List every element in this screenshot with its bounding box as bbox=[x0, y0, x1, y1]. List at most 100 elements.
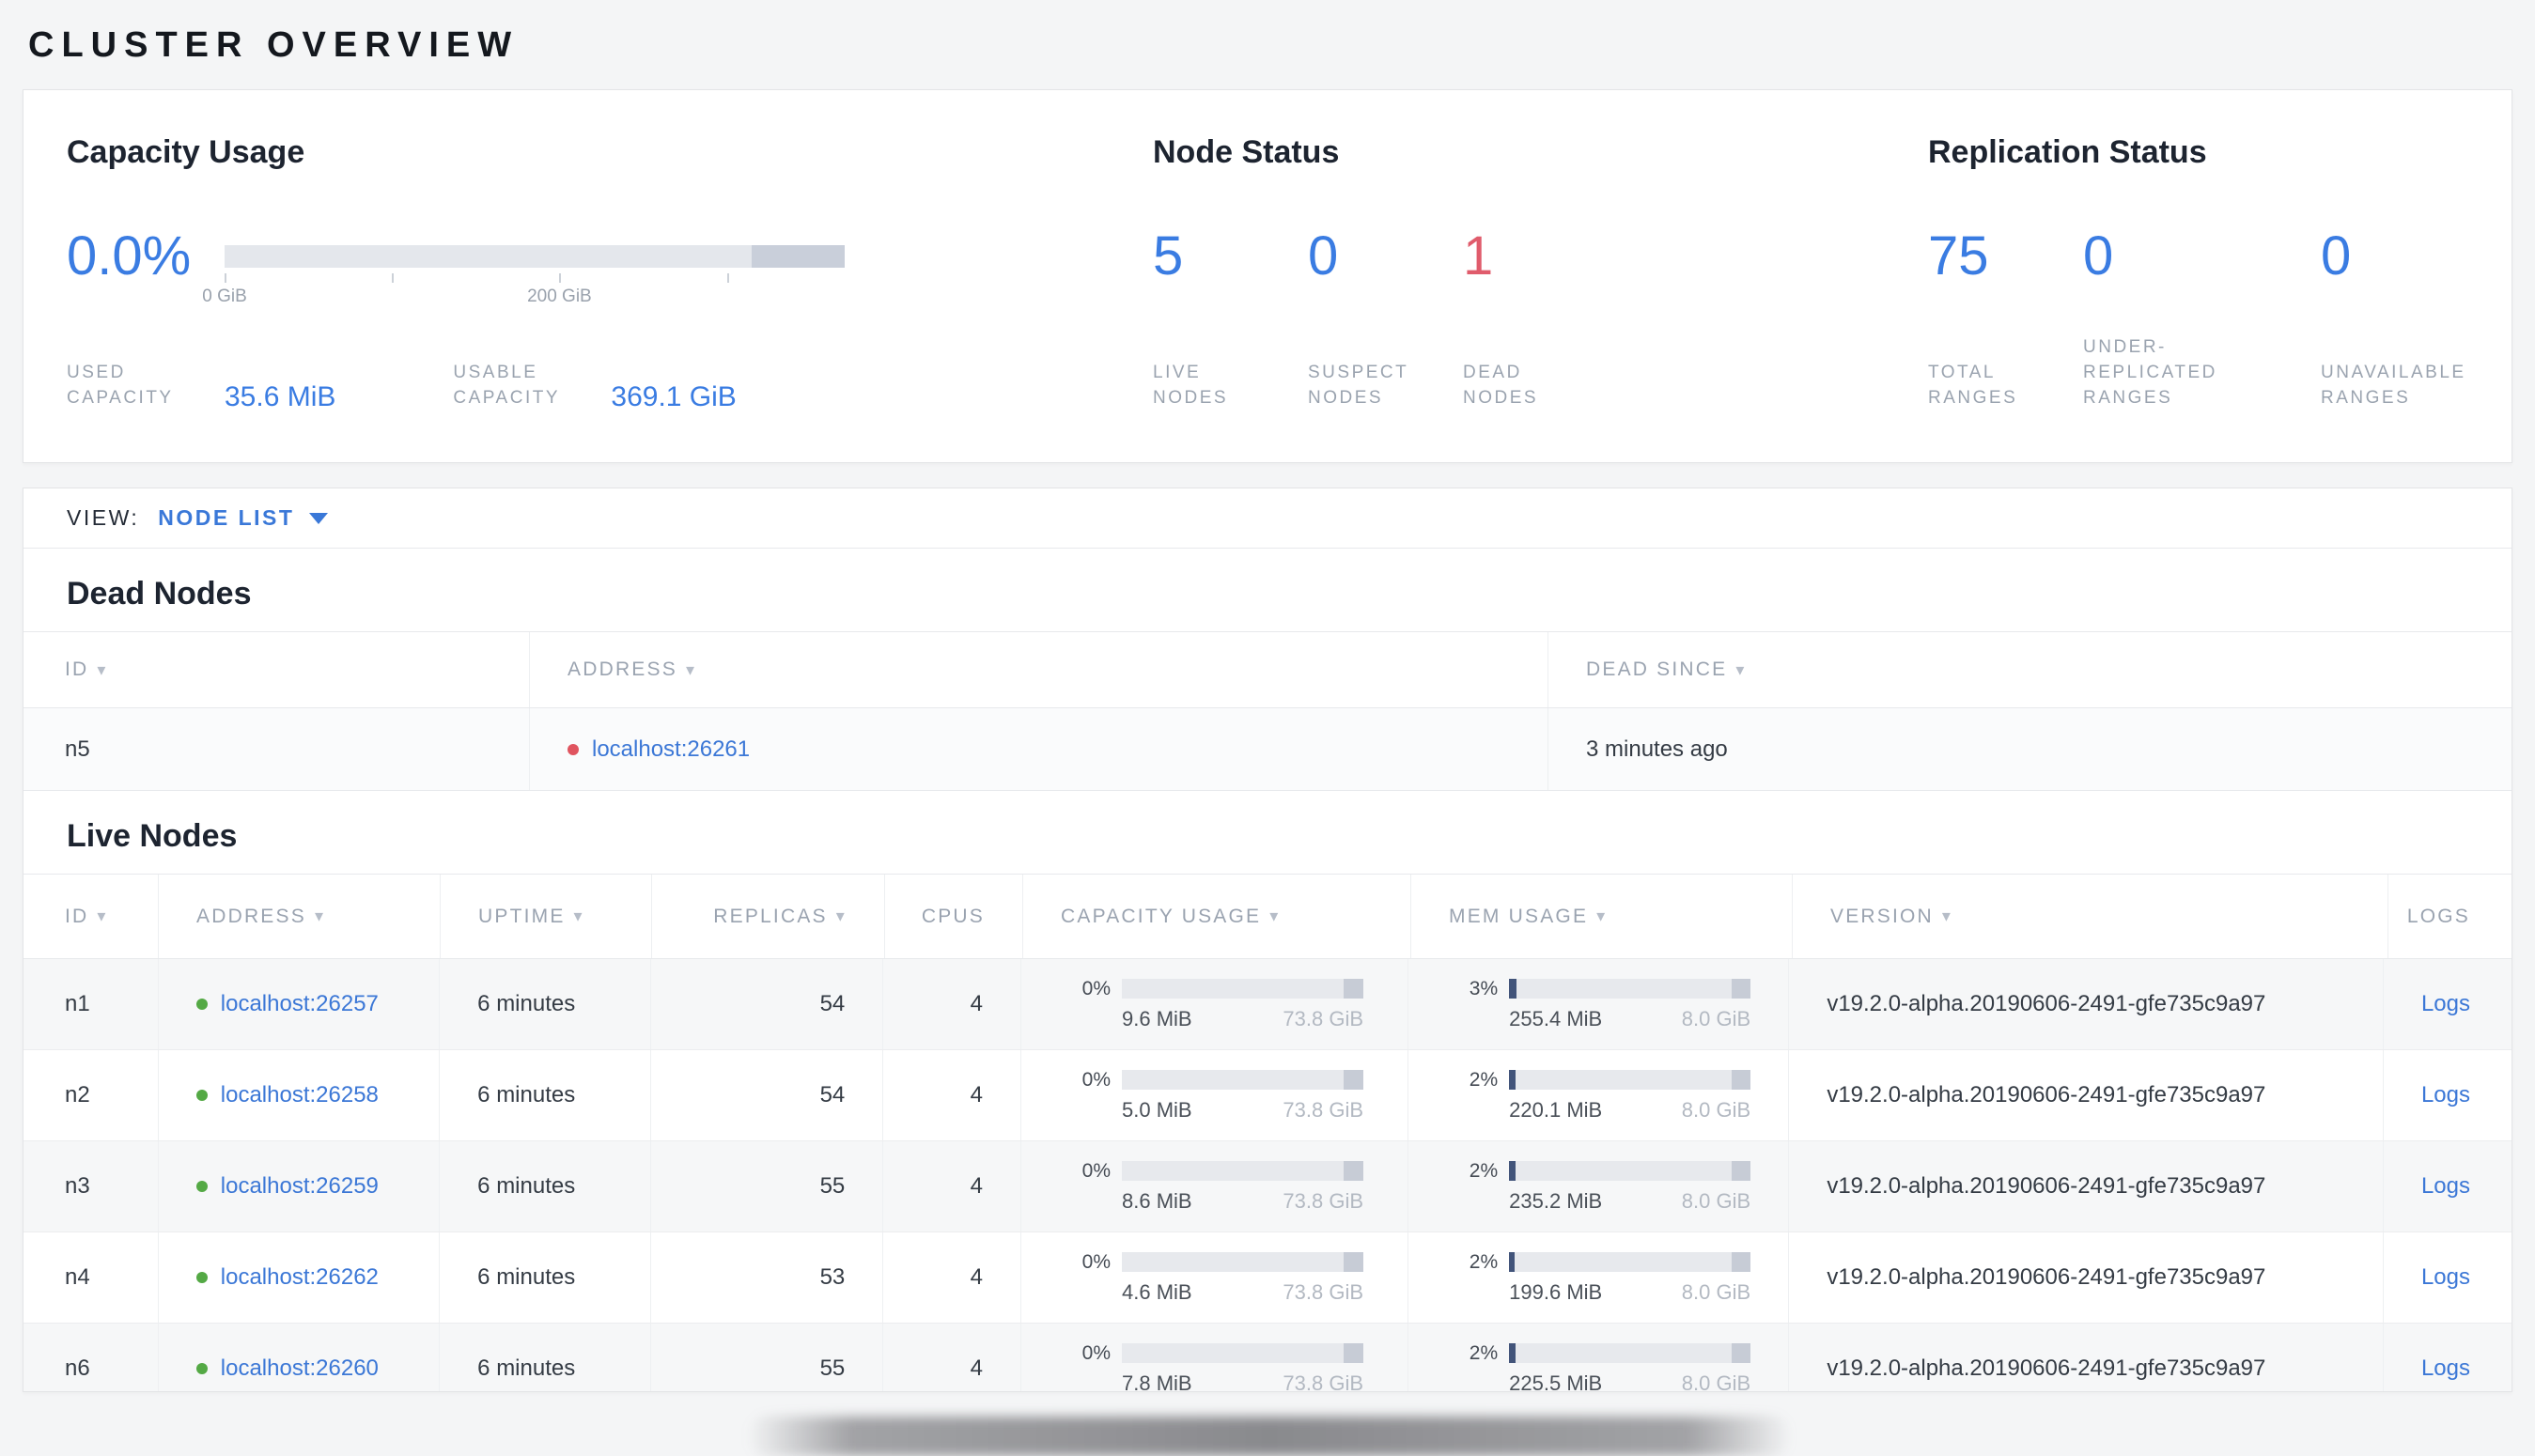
logs-link[interactable]: Logs bbox=[2421, 1173, 2470, 1200]
view-selector-dropdown[interactable]: NODE LIST bbox=[158, 505, 329, 531]
column-header-id[interactable]: ID ▾ bbox=[23, 875, 159, 958]
nodes-panel: VIEW: NODE LIST Dead Nodes ID ▾ ADDRESS … bbox=[23, 488, 2512, 1392]
column-header-address[interactable]: ADDRESS ▾ bbox=[530, 632, 1548, 707]
column-header-label: REPLICAS bbox=[713, 905, 828, 927]
column-header-label: CPUS bbox=[921, 905, 985, 927]
capacity-used-value: 7.8 MiB bbox=[1122, 1371, 1192, 1392]
live-nodes-rows: n1 localhost:26257 6 minutes 54 4 0% 9.6… bbox=[23, 959, 2512, 1392]
mem-usage-cell: 2% 225.5 MiB 8.0 GiB bbox=[1408, 1324, 1790, 1392]
table-row: n2 localhost:26258 6 minutes 54 4 0% 5.0… bbox=[23, 1050, 2512, 1141]
view-label: VIEW: bbox=[67, 505, 140, 530]
mem-usage-cell: 3% 255.4 MiB 8.0 GiB bbox=[1408, 959, 1790, 1049]
column-header-mem-usage[interactable]: MEM USAGE ▾ bbox=[1411, 875, 1793, 958]
uptime-value: 6 minutes bbox=[440, 1232, 651, 1323]
logs-link[interactable]: Logs bbox=[2421, 1082, 2470, 1108]
view-bar: VIEW: NODE LIST bbox=[23, 488, 2512, 549]
table-row: n6 localhost:26260 6 minutes 55 4 0% 7.8… bbox=[23, 1324, 2512, 1392]
cpus-value: 4 bbox=[883, 1050, 1022, 1140]
node-address-cell: localhost:26258 bbox=[159, 1050, 441, 1140]
column-header-version[interactable]: VERSION ▾ bbox=[1793, 875, 2388, 958]
node-address-cell: localhost:26260 bbox=[159, 1324, 441, 1391]
column-header-cpus: CPUS bbox=[885, 875, 1023, 958]
node-address-link[interactable]: localhost:26258 bbox=[221, 1082, 379, 1108]
table-row: n5 localhost:26261 3 minutes ago bbox=[23, 708, 2512, 791]
mem-used-value: 235.2 MiB bbox=[1509, 1188, 1603, 1213]
node-address-cell: localhost:26259 bbox=[159, 1141, 441, 1231]
capacity-used-value: 5.0 MiB bbox=[1122, 1097, 1192, 1122]
node-status-section: Node Status 5 LIVE NODES 0 SUSPECT NODES… bbox=[1153, 132, 1928, 462]
uptime-value: 6 minutes bbox=[440, 959, 651, 1049]
live-status-icon bbox=[195, 1181, 208, 1192]
axis-tick-label: 0 GiB bbox=[202, 287, 247, 306]
replicas-value: 54 bbox=[651, 1050, 884, 1140]
unavailable-ranges-label: UNAVAILABLE RANGES bbox=[2321, 363, 2466, 408]
column-header-address[interactable]: ADDRESS ▾ bbox=[159, 875, 441, 958]
node-address-link[interactable]: localhost:26259 bbox=[221, 1173, 379, 1200]
capacity-bar-reserved-segment bbox=[1344, 979, 1364, 999]
capacity-used-value: 8.6 MiB bbox=[1122, 1188, 1192, 1213]
mem-usage-cell: 2% 220.1 MiB 8.0 GiB bbox=[1408, 1050, 1790, 1140]
column-header-uptime[interactable]: UPTIME ▾ bbox=[441, 875, 652, 958]
sort-arrow-icon: ▾ bbox=[835, 906, 847, 925]
dead-nodes-title: Dead Nodes bbox=[67, 576, 252, 612]
column-header-capacity-usage[interactable]: CAPACITY USAGE ▾ bbox=[1023, 875, 1411, 958]
used-capacity-stat: USED CAPACITY 35.6 MiB bbox=[67, 360, 335, 411]
under-replicated-ranges-stat: 0 UNDER-REPLICATED RANGES bbox=[2083, 229, 2321, 410]
live-status-icon bbox=[195, 1090, 208, 1101]
node-id: n6 bbox=[23, 1324, 159, 1391]
node-id: n3 bbox=[23, 1141, 159, 1231]
usable-capacity-label: USABLE CAPACITY bbox=[453, 363, 560, 408]
suspect-nodes-count: 0 bbox=[1308, 225, 1339, 287]
node-address-link[interactable]: localhost:26261 bbox=[592, 736, 750, 763]
mem-total-value: 8.0 GiB bbox=[1681, 1006, 1751, 1030]
view-selected-value: NODE LIST bbox=[158, 505, 295, 530]
replicas-value: 54 bbox=[651, 959, 884, 1049]
dead-nodes-label: DEAD NODES bbox=[1463, 363, 1539, 408]
version-value: v19.2.0-alpha.20190606-2491-gfe735c9a97 bbox=[1789, 1050, 2384, 1140]
version-value: v19.2.0-alpha.20190606-2491-gfe735c9a97 bbox=[1789, 1141, 2384, 1231]
mem-used-value: 220.1 MiB bbox=[1509, 1097, 1603, 1122]
dead-nodes-header: ID ▾ ADDRESS ▾ DEAD SINCE ▾ bbox=[23, 631, 2512, 708]
mem-bar-fill bbox=[1509, 1161, 1516, 1181]
mem-bar bbox=[1509, 1343, 1751, 1363]
total-ranges-label: TOTAL RANGES bbox=[1928, 363, 2018, 408]
mem-used-value: 225.5 MiB bbox=[1509, 1371, 1603, 1392]
live-nodes-title: Live Nodes bbox=[67, 818, 238, 854]
capacity-usage-bar: 0 GiB 200 GiB bbox=[202, 245, 845, 306]
logs-link[interactable]: Logs bbox=[2421, 1264, 2470, 1291]
table-row: n3 localhost:26259 6 minutes 55 4 0% 8.6… bbox=[23, 1141, 2512, 1232]
column-header-label: VERSION bbox=[1830, 905, 1934, 927]
capacity-percent: 0% bbox=[1081, 1068, 1112, 1091]
live-status-icon bbox=[195, 999, 208, 1010]
capacity-usage-cell: 0% 9.6 MiB 73.8 GiB bbox=[1021, 959, 1409, 1049]
mem-total-value: 8.0 GiB bbox=[1681, 1371, 1751, 1392]
node-address-cell: localhost:26257 bbox=[159, 959, 441, 1049]
logs-cell: Logs bbox=[2384, 1141, 2512, 1231]
logs-link[interactable]: Logs bbox=[2421, 991, 2470, 1017]
mem-bar-reserved-segment bbox=[1731, 1343, 1751, 1363]
mem-total-value: 8.0 GiB bbox=[1681, 1279, 1751, 1304]
mem-bar-fill bbox=[1509, 979, 1516, 999]
capacity-bar-reserved-segment bbox=[1344, 1070, 1364, 1090]
table-row: n4 localhost:26262 6 minutes 53 4 0% 4.6… bbox=[23, 1232, 2512, 1324]
mem-total-value: 8.0 GiB bbox=[1681, 1188, 1751, 1213]
capacity-percent: 0% bbox=[1081, 1159, 1112, 1182]
column-header-dead-since[interactable]: DEAD SINCE ▾ bbox=[1548, 632, 2512, 707]
capacity-usage-cell: 0% 7.8 MiB 73.8 GiB bbox=[1021, 1324, 1409, 1392]
node-address-link[interactable]: localhost:26262 bbox=[221, 1264, 379, 1291]
node-address-cell: localhost:26261 bbox=[530, 708, 1548, 790]
node-address-link[interactable]: localhost:26260 bbox=[221, 1355, 379, 1382]
replication-status-section: Replication Status 75 TOTAL RANGES 0 UND… bbox=[1928, 132, 2512, 462]
sort-arrow-icon: ▾ bbox=[1735, 659, 1747, 679]
version-value: v19.2.0-alpha.20190606-2491-gfe735c9a97 bbox=[1789, 1232, 2384, 1323]
horizontal-scrollbar[interactable] bbox=[747, 1417, 1792, 1456]
replicas-value: 55 bbox=[651, 1324, 884, 1391]
capacity-used-value: 4.6 MiB bbox=[1122, 1279, 1192, 1304]
sort-arrow-icon: ▾ bbox=[97, 659, 108, 679]
node-address-link[interactable]: localhost:26257 bbox=[221, 991, 379, 1017]
column-header-id[interactable]: ID ▾ bbox=[23, 632, 530, 707]
capacity-bar-reserved-segment bbox=[1344, 1343, 1364, 1363]
uptime-value: 6 minutes bbox=[440, 1141, 651, 1231]
logs-link[interactable]: Logs bbox=[2421, 1355, 2470, 1382]
column-header-replicas[interactable]: REPLICAS ▾ bbox=[652, 875, 885, 958]
